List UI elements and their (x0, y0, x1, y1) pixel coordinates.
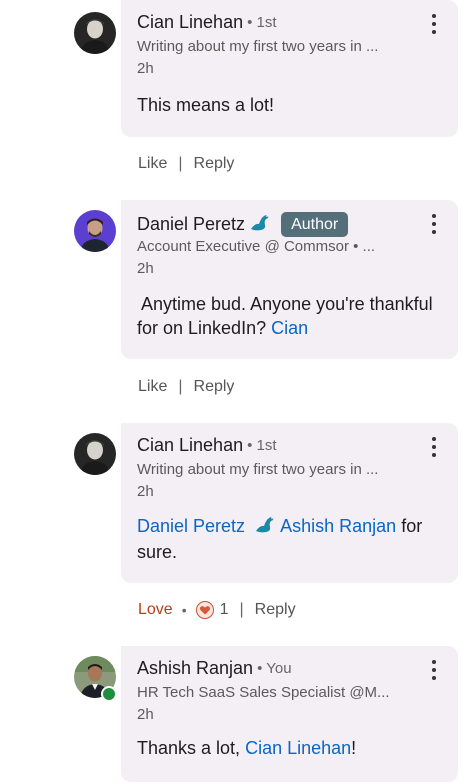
action-separator: | (239, 601, 244, 618)
avatar-cian-linehan[interactable] (74, 12, 116, 54)
comment-thread: Cian Linehan • 1st Writing about my firs… (0, 0, 474, 782)
mention-link[interactable]: Ashish Ranjan (280, 516, 396, 536)
action-separator: | (178, 378, 183, 395)
comment-text: Anytime bud. Anyone you're thankful for … (137, 292, 442, 340)
author-row: Cian Linehan • 1st (137, 12, 277, 33)
comment-text: This means a lot! (137, 95, 275, 115)
more-options-icon[interactable] (424, 214, 444, 236)
author-row: Cian Linehan • 1st (137, 435, 277, 456)
more-options-icon[interactable] (424, 437, 444, 459)
reaction-count[interactable]: 1 (220, 601, 229, 619)
comment-bubble: Cian Linehan • 1st Writing about my firs… (121, 0, 458, 137)
reply-button[interactable]: Reply (255, 601, 296, 619)
author-name[interactable]: Cian Linehan (137, 435, 243, 456)
comment-actions: Like | Reply (138, 155, 234, 173)
dinosaur-emoji-icon (249, 212, 271, 237)
action-separator: | (178, 155, 183, 172)
connection-degree: • You (257, 660, 292, 677)
author-badge: Author (281, 212, 349, 237)
comment-text-body: Thanks a lot, (137, 738, 241, 758)
comment-time: 2h (137, 60, 154, 77)
author-row: Daniel Peretz Author (137, 212, 349, 237)
comment-bubble: Cian Linehan • 1st Writing about my firs… (121, 423, 458, 583)
action-dot: • (181, 602, 187, 618)
mention-link[interactable]: Cian (271, 318, 308, 338)
more-options-icon[interactable] (424, 660, 444, 682)
comment-text: Daniel Peretz Ashish Ranjan for sure. (137, 514, 442, 564)
comment-time: 2h (137, 260, 154, 277)
comment-actions: Like | Reply (138, 378, 234, 396)
reply-button[interactable]: Reply (194, 155, 235, 173)
connection-degree: • 1st (247, 437, 277, 454)
author-name[interactable]: Ashish Ranjan (137, 658, 253, 679)
more-options-icon[interactable] (424, 14, 444, 36)
avatar-daniel-peretz[interactable] (74, 210, 116, 252)
author-name[interactable]: Cian Linehan (137, 12, 243, 33)
comment-bubble: Daniel Peretz Author Account Executive @… (121, 200, 458, 359)
author-name[interactable]: Daniel Peretz (137, 214, 245, 235)
author-row: Ashish Ranjan • You (137, 658, 292, 679)
love-reaction-button[interactable]: Love (138, 601, 173, 619)
comment-text: Thanks a lot, Cian Linehan! (137, 736, 442, 760)
comment-bubble: Ashish Ranjan • You HR Tech SaaS Sales S… (121, 646, 458, 782)
comment-time: 2h (137, 706, 154, 723)
author-headline: Writing about my first two years in ... (137, 461, 379, 478)
connection-degree: • 1st (247, 14, 277, 31)
mention-link[interactable]: Cian Linehan (245, 738, 351, 758)
heart-reaction-icon[interactable] (195, 601, 214, 619)
author-headline: Account Executive @ Commsor • ... (137, 238, 376, 255)
online-status-icon (101, 686, 117, 702)
mention-link[interactable]: Daniel Peretz (137, 516, 245, 536)
author-headline: Writing about my first two years in ... (137, 38, 379, 55)
comment-time: 2h (137, 483, 154, 500)
comment-text-suffix: ! (351, 738, 357, 758)
avatar-cian-linehan[interactable] (74, 433, 116, 475)
like-button[interactable]: Like (138, 378, 167, 396)
author-headline: HR Tech SaaS Sales Specialist @M... (137, 684, 390, 701)
dinosaur-emoji-icon (254, 514, 276, 540)
like-button[interactable]: Like (138, 155, 167, 173)
comment-actions: Love • 1 | Reply (138, 601, 296, 619)
reply-button[interactable]: Reply (194, 378, 235, 396)
